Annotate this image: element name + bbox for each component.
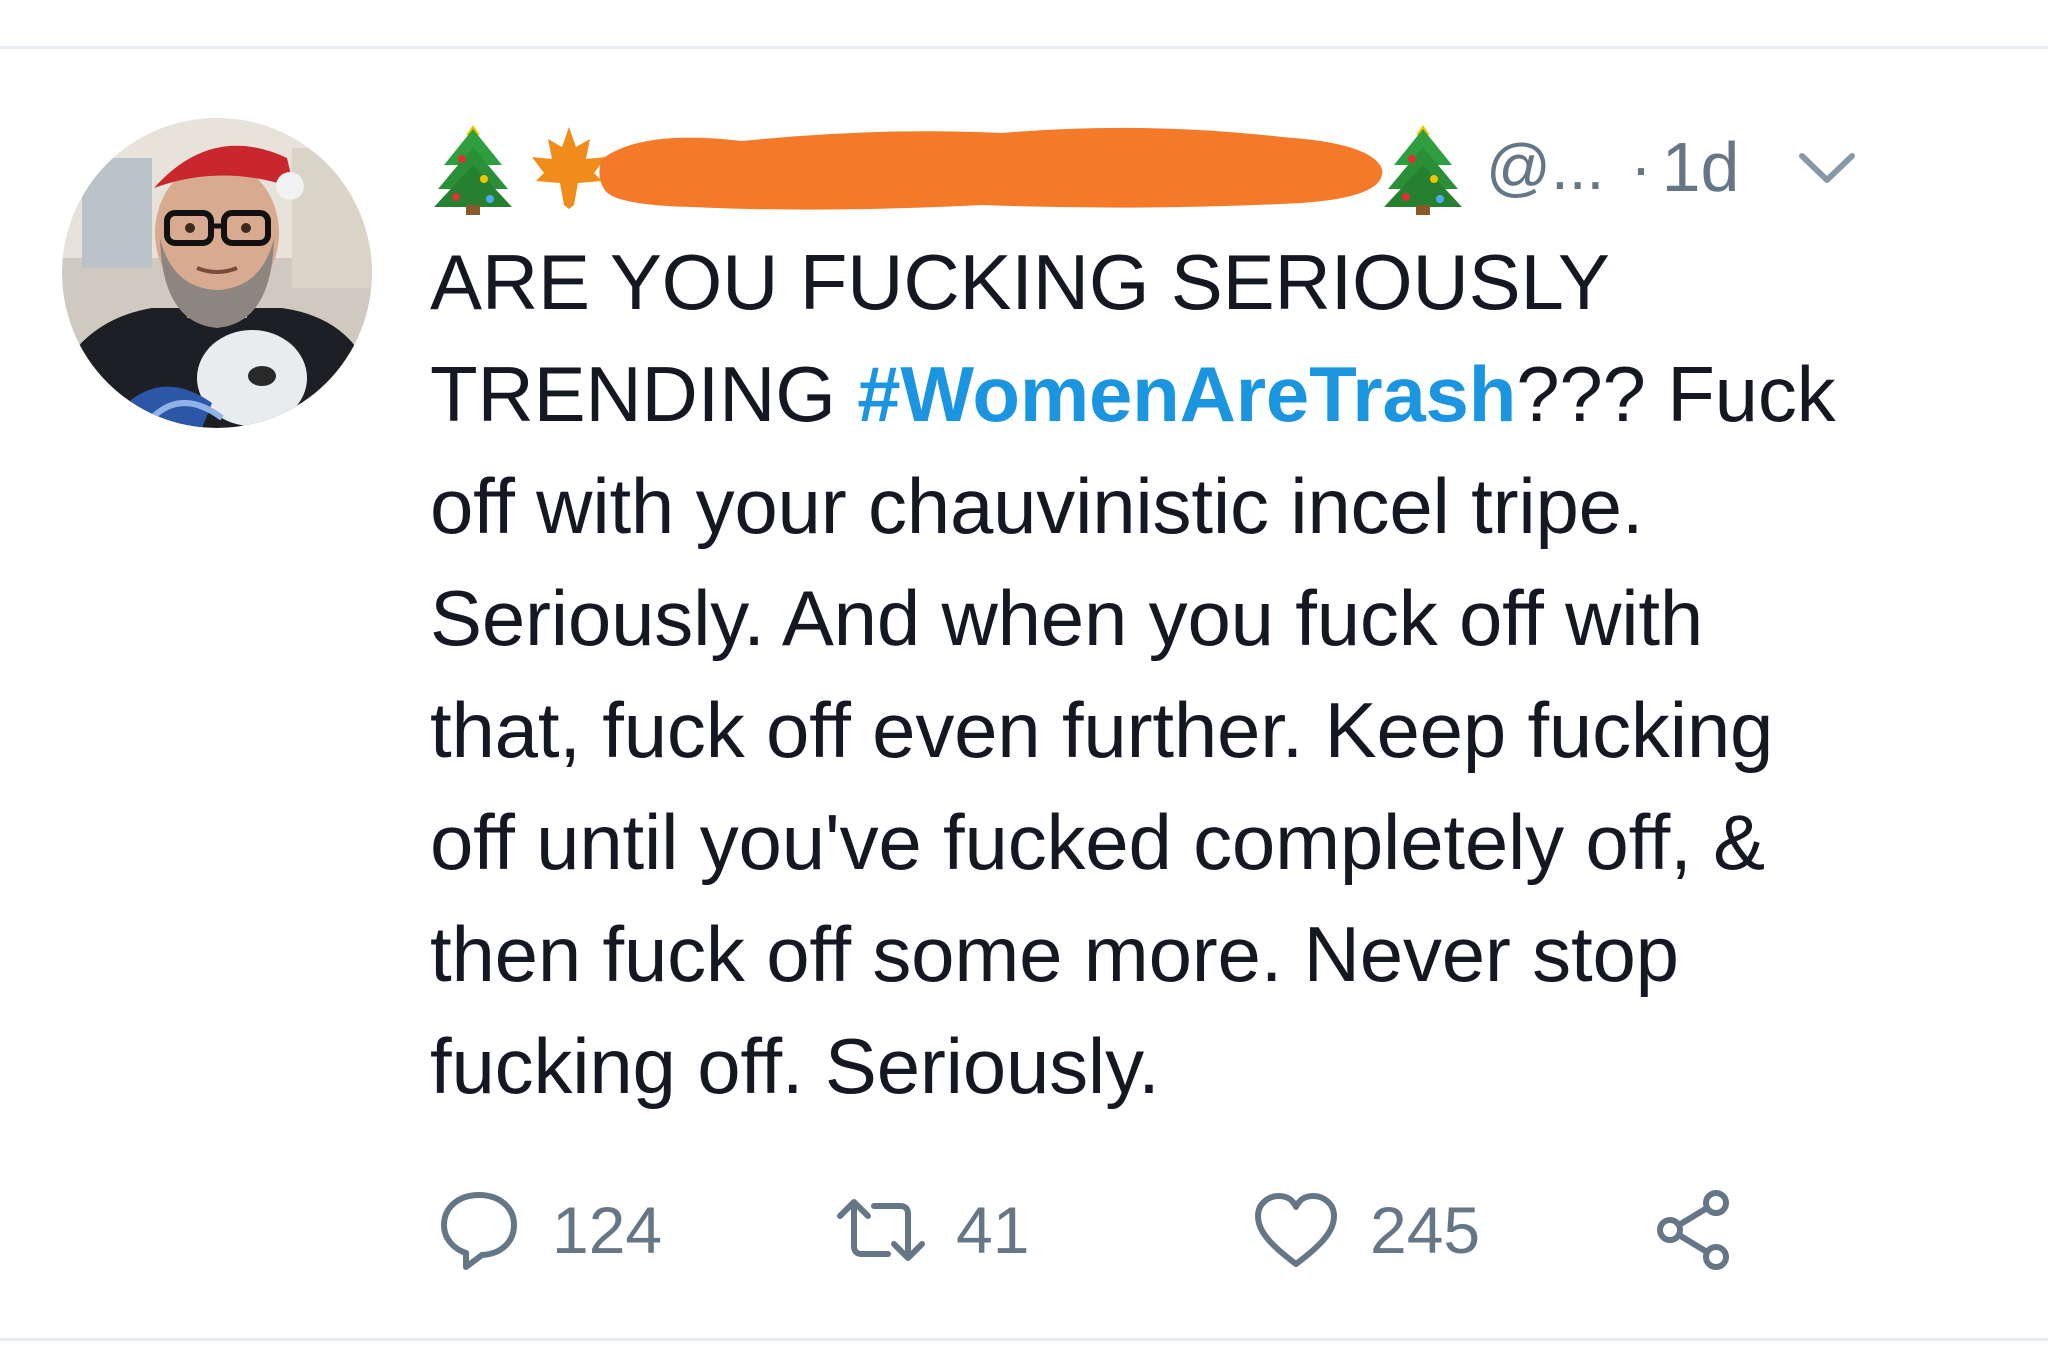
tweet-line: fucking off. Seriously.	[430, 1022, 1160, 1110]
heart-outline-icon	[1255, 1193, 1337, 1267]
tweet-screenshot: @... · 1d ARE YOU FUCKING SERIOUSLY TREN…	[0, 0, 2048, 1352]
retweet-arrows-icon	[837, 1199, 925, 1261]
tweet-line: then fuck off some more. Never stop	[430, 910, 1679, 998]
reply-button[interactable]: 124	[436, 1180, 662, 1280]
tweet-timestamp[interactable]: 1d	[1662, 127, 1740, 207]
tweet-actions: 124 41 245	[436, 1180, 1996, 1280]
redaction-scribble	[599, 127, 1383, 210]
tweet-line: TRENDING #WomenAreTrash??? Fuck	[430, 350, 1836, 438]
retweet-button[interactable]: 41	[836, 1180, 1029, 1280]
bottom-divider	[0, 1338, 2048, 1341]
like-count: 245	[1370, 1193, 1481, 1267]
tweet-line: that, fuck off even further. Keep fuckin…	[430, 686, 1774, 774]
share-nodes-icon	[1657, 1190, 1729, 1270]
tweet-line: off with your chauvinistic incel tripe.	[430, 462, 1644, 550]
share-button[interactable]	[1652, 1180, 1738, 1280]
user-avatar[interactable]	[62, 118, 372, 428]
tweet-line: off until you've fucked completely off, …	[430, 798, 1765, 886]
like-button[interactable]: 245	[1252, 1180, 1480, 1280]
reply-count: 124	[552, 1193, 663, 1267]
top-divider	[0, 46, 2048, 49]
separator-dot: ·	[1630, 131, 1652, 203]
avatar-image	[62, 118, 372, 428]
tweet-header: @... · 1d	[432, 112, 1992, 222]
retweet-count: 41	[956, 1193, 1030, 1267]
chevron-down-icon[interactable]	[1792, 142, 1862, 192]
tweet-text: ARE YOU FUCKING SERIOUSLY TRENDING #Wome…	[430, 226, 1990, 1122]
speech-bubble-icon	[441, 1192, 517, 1270]
tweet-line: ARE YOU FUCKING SERIOUSLY	[430, 238, 1610, 326]
user-handle[interactable]: @...	[1486, 130, 1604, 204]
christmas-tree-icon	[1384, 125, 1462, 215]
tweet-line: Seriously. And when you fuck off with	[430, 574, 1704, 662]
hashtag-link[interactable]: #WomenAreTrash	[857, 350, 1516, 438]
christmas-tree-icon	[434, 125, 512, 215]
